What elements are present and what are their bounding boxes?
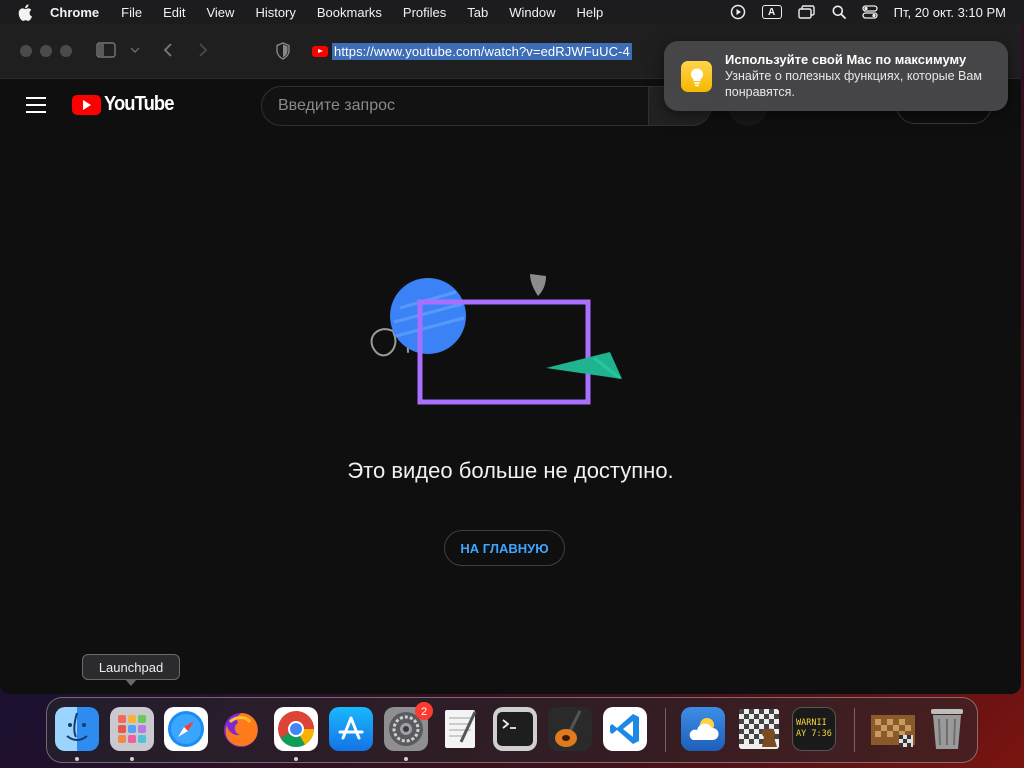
chess-icon[interactable] (737, 707, 781, 751)
keyboard-indicator: A (761, 5, 782, 19)
menu-history[interactable]: History (255, 5, 295, 20)
notification-badge: 2 (415, 702, 433, 720)
system-settings-icon[interactable]: 2 (384, 702, 433, 751)
app-store-icon[interactable] (329, 707, 373, 751)
notification-body: Узнайте о полезных функциях, которые Вам… (725, 69, 982, 99)
menu-app-name[interactable]: Chrome (50, 5, 99, 20)
screen-record-icon[interactable] (730, 4, 746, 20)
lightbulb-icon (681, 61, 712, 92)
menu-file[interactable]: File (121, 5, 142, 20)
forward-button[interactable] (197, 42, 209, 58)
menu-edit[interactable]: Edit (163, 5, 185, 20)
menu-view[interactable]: View (206, 5, 234, 20)
go-home-button[interactable]: НА ГЛАВНУЮ (444, 530, 565, 566)
keyboard-input-icon[interactable]: A (761, 5, 782, 19)
dock: 2 WARNII AY 7:36 (46, 697, 978, 763)
youtube-logo[interactable]: YouTube (72, 93, 180, 116)
dock-tooltip: Launchpad (82, 654, 180, 686)
privacy-shield-icon[interactable] (275, 42, 291, 60)
finder-icon[interactable] (55, 707, 99, 751)
running-indicator (130, 757, 134, 761)
menu-bar: Chrome File Edit View History Bookmarks … (0, 0, 1024, 24)
close-window-button[interactable] (20, 45, 32, 57)
spotlight-search-icon[interactable] (832, 5, 846, 19)
grey-drop-shape (530, 274, 546, 296)
address-bar[interactable]: https://www.youtube.com/watch?v=edRJWFuU… (306, 38, 656, 64)
trash-icon[interactable] (925, 707, 969, 751)
console-icon[interactable]: WARNII AY 7:36 (792, 707, 836, 751)
running-indicator (294, 757, 298, 761)
console-label-line2: AY 7:36 (796, 729, 832, 739)
apple-icon[interactable] (18, 3, 34, 21)
menu-tab[interactable]: Tab (467, 5, 488, 20)
dock-separator (665, 708, 666, 752)
menu-clock[interactable]: Пт, 20 окт. 3:10 PM (894, 5, 1006, 20)
weather-icon[interactable] (681, 707, 725, 751)
vscode-icon[interactable] (603, 707, 647, 751)
dock-separator (854, 708, 855, 752)
notification-title: Используйте свой Mac по максимуму (725, 52, 967, 67)
youtube-play-icon (72, 94, 101, 115)
tips-notification[interactable]: Используйте свой Mac по максимуму Узнайт… (664, 41, 1008, 111)
textedit-icon[interactable] (439, 707, 483, 751)
back-button[interactable] (162, 42, 174, 58)
firefox-icon[interactable] (219, 707, 263, 751)
garageband-icon[interactable] (548, 707, 592, 751)
console-label-line1: WARNII (796, 718, 827, 728)
url-text[interactable]: https://www.youtube.com/watch?v=edRJWFuU… (332, 42, 632, 60)
sidebar-toggle-icon[interactable] (96, 42, 116, 58)
running-indicator (404, 757, 408, 761)
youtube-favicon-icon (312, 45, 328, 57)
menu-profiles[interactable]: Profiles (403, 5, 446, 20)
browser-window: https://www.youtube.com/watch?v=edRJWFuU… (0, 24, 1021, 694)
teal-triangle-shape (546, 352, 622, 379)
video-unavailable-illustration (370, 274, 622, 405)
zoom-window-button[interactable] (60, 45, 72, 57)
search-input[interactable]: Введите запрос (261, 86, 649, 126)
terminal-icon[interactable] (493, 707, 537, 751)
chrome-icon[interactable] (274, 707, 318, 751)
running-indicator (75, 757, 79, 761)
blue-circle-shape (390, 278, 466, 354)
chevron-down-icon[interactable] (130, 46, 140, 54)
menu-bookmarks[interactable]: Bookmarks (317, 5, 382, 20)
hamburger-menu-icon[interactable] (26, 97, 46, 113)
youtube-logo-text: YouTube (104, 93, 174, 115)
control-center-icon[interactable] (861, 5, 878, 19)
minimize-window-button[interactable] (40, 45, 52, 57)
menu-window[interactable]: Window (509, 5, 555, 20)
launchpad-icon[interactable] (110, 707, 154, 751)
badge-count: 2 (421, 706, 427, 718)
menu-help[interactable]: Help (577, 5, 604, 20)
video-unavailable-message: Это видео больше не доступно. (347, 458, 674, 483)
menu-extras: A Пт, 20 окт. 3:10 PM (714, 0, 1024, 24)
safari-icon[interactable] (164, 707, 208, 751)
chess-document-icon[interactable] (869, 707, 917, 751)
screen-mirroring-icon[interactable] (797, 5, 816, 19)
